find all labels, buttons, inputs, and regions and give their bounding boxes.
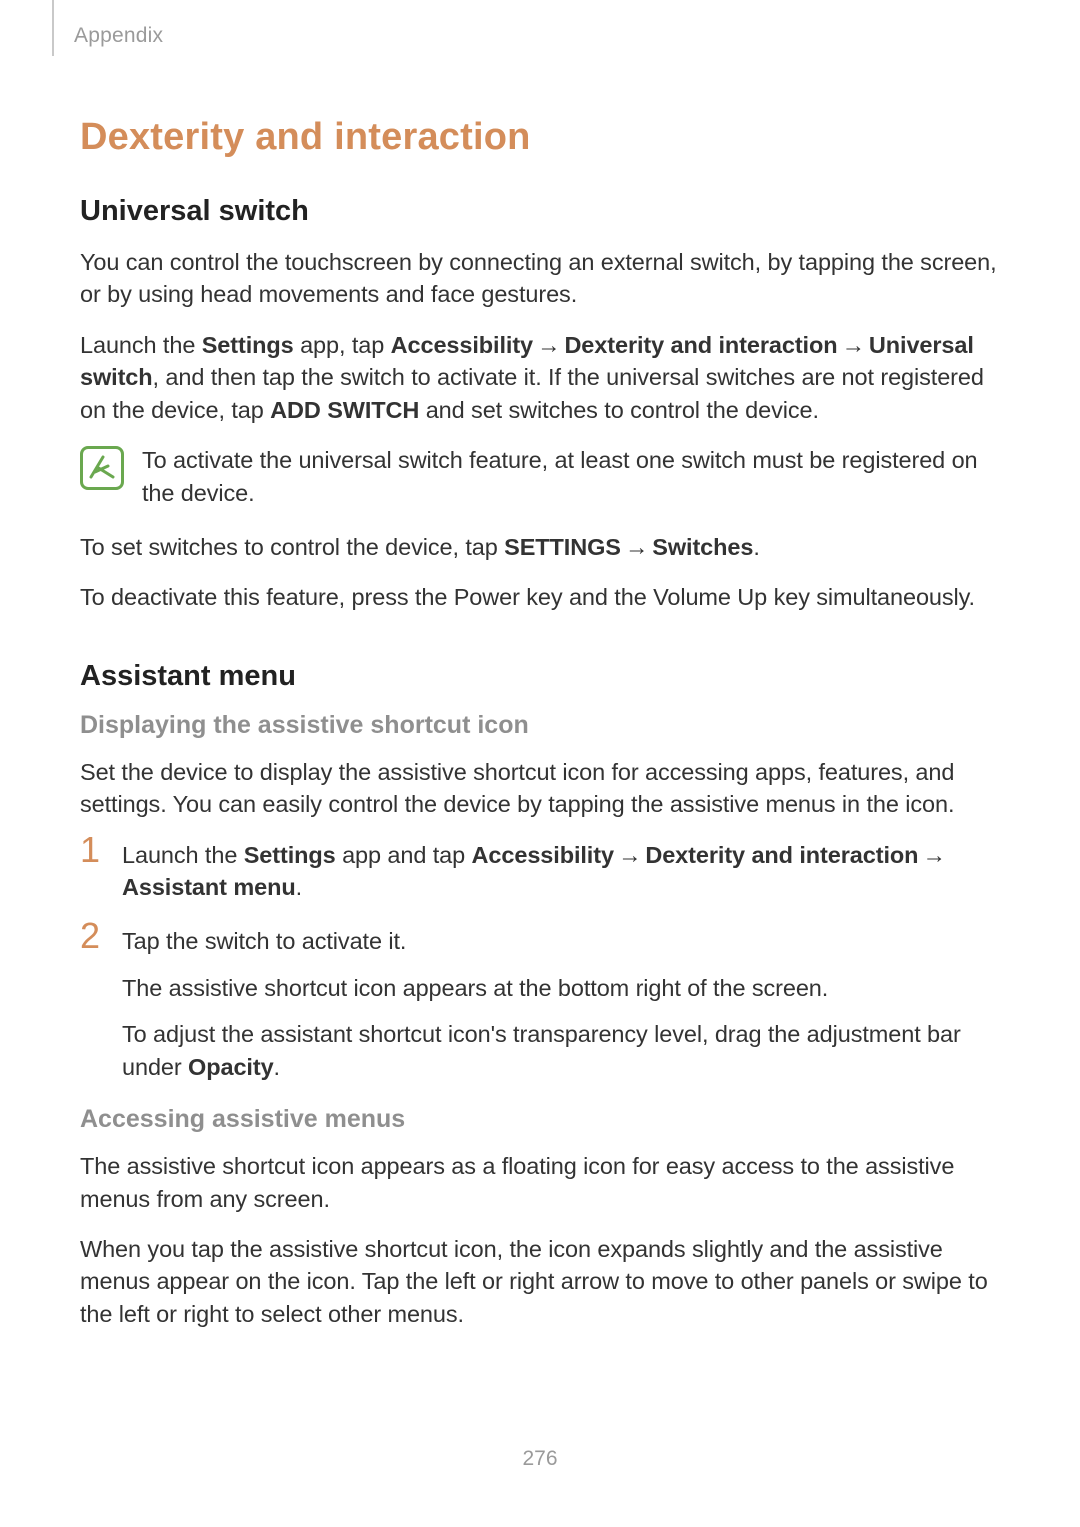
universal-switch-p2: Launch the Settings app, tap Accessibili… xyxy=(80,329,1000,426)
text: and set switches to control the device. xyxy=(419,397,819,423)
text: app and tap xyxy=(336,842,472,868)
step-2-text-a: Tap the switch to activate it. xyxy=(122,925,1000,957)
text: . xyxy=(753,534,759,560)
settings-caps-label: SETTINGS xyxy=(504,534,621,560)
accessing-p3: When you tap the assistive shortcut icon… xyxy=(80,1233,1000,1330)
universal-switch-p1: You can control the touchscreen by conne… xyxy=(80,246,1000,311)
steps-list: Launch the Settings app and tap Accessib… xyxy=(80,839,1000,1084)
accessing-p2: The assistive shortcut icon appears as a… xyxy=(80,1150,1000,1215)
assistant-menu-heading: Assistant menu xyxy=(80,660,1000,693)
displaying-shortcut-subhead: Displaying the assistive shortcut icon xyxy=(80,711,1000,740)
accessing-menus-subhead: Accessing assistive menus xyxy=(80,1105,1000,1134)
arrow-icon: → xyxy=(614,839,645,871)
universal-switch-p3: To set switches to control the device, t… xyxy=(80,531,1000,563)
dexterity-label: Dexterity and interaction xyxy=(564,332,837,358)
dexterity-label: Dexterity and interaction xyxy=(645,842,918,868)
settings-label: Settings xyxy=(244,842,336,868)
header-rule xyxy=(52,0,54,56)
universal-switch-heading: Universal switch xyxy=(80,195,1000,228)
opacity-label: Opacity xyxy=(188,1054,274,1080)
arrow-icon: → xyxy=(837,329,868,361)
text: . xyxy=(274,1054,280,1080)
page: Appendix Dexterity and interaction Unive… xyxy=(0,0,1080,1527)
assistant-menu-p1: Set the device to display the assistive … xyxy=(80,756,1000,821)
header-section-label: Appendix xyxy=(74,24,1000,48)
step-2-text-c: To adjust the assistant shortcut icon's … xyxy=(122,1018,1000,1083)
step-2-text-b: The assistive shortcut icon appears at t… xyxy=(122,972,1000,1004)
add-switch-label: ADD SWITCH xyxy=(270,397,419,423)
page-title: Dexterity and interaction xyxy=(80,116,1000,159)
text: Launch the xyxy=(80,332,202,358)
page-number: 276 xyxy=(0,1447,1080,1471)
arrow-icon: → xyxy=(621,531,652,563)
step-1: Launch the Settings app and tap Accessib… xyxy=(80,839,1000,904)
switches-label: Switches xyxy=(652,534,753,560)
accessibility-label: Accessibility xyxy=(391,332,533,358)
note-block: To activate the universal switch feature… xyxy=(80,444,1000,509)
text: app, tap xyxy=(294,332,391,358)
arrow-icon: → xyxy=(533,329,564,361)
accessibility-label: Accessibility xyxy=(472,842,614,868)
note-text: To activate the universal switch feature… xyxy=(142,444,1000,509)
assistant-menu-label: Assistant menu xyxy=(122,874,296,900)
settings-label: Settings xyxy=(202,332,294,358)
step-2: Tap the switch to activate it. The assis… xyxy=(80,925,1000,1083)
step-1-text: Launch the Settings app and tap Accessib… xyxy=(122,839,1000,904)
text: . xyxy=(296,874,302,900)
text: To set switches to control the device, t… xyxy=(80,534,504,560)
note-icon xyxy=(80,446,124,490)
text: Launch the xyxy=(122,842,244,868)
arrow-icon: → xyxy=(918,839,949,871)
universal-switch-p4: To deactivate this feature, press the Po… xyxy=(80,581,1000,613)
